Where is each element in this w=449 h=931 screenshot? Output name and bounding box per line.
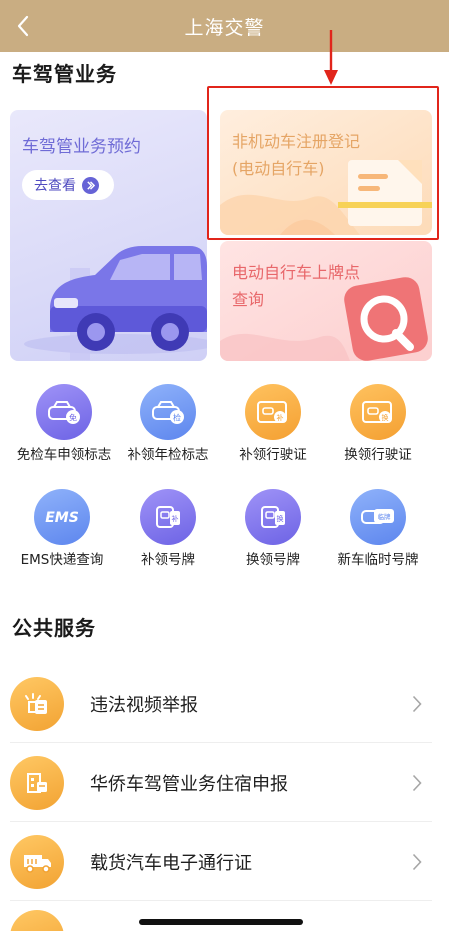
chevron-left-icon — [17, 15, 29, 37]
badge-text: 换 — [382, 413, 389, 422]
grid-item-inspection-sticker[interactable]: 检 补领年检标志 — [112, 384, 224, 464]
section-title-public: 公共服务 — [12, 616, 96, 640]
annotation-highlight-box — [207, 86, 439, 240]
plate-location-card[interactable]: 电动自行车上牌点 查询 — [220, 241, 432, 361]
back-button[interactable] — [8, 10, 38, 42]
grid-item-reissue-plate[interactable]: 补 补领号牌 — [112, 489, 224, 569]
service-label: 华侨车驾管业务住宿申报 — [90, 773, 288, 795]
section-title-vehicle: 车驾管业务 — [12, 62, 117, 86]
home-indicator — [139, 919, 303, 925]
license-card-exchange-icon: 换 — [350, 384, 406, 440]
report-video-icon — [10, 676, 64, 731]
plate-title-line1: 电动自行车上牌点 — [232, 263, 361, 282]
badge-text: 换 — [277, 514, 284, 523]
grid-label: 补领年检标志 — [127, 447, 209, 463]
grid-item-exempt-sticker[interactable]: 免 免检车申领标志 — [8, 384, 120, 464]
car-exempt-icon: 免 — [36, 384, 92, 440]
building-icon — [10, 755, 64, 810]
truck-icon — [10, 834, 64, 889]
appointment-card[interactable]: 车驾管业务预约 去查看 — [10, 110, 207, 361]
badge-text: 补 — [172, 514, 179, 523]
car-illustration — [24, 246, 207, 360]
grid-item-ems[interactable]: EMS EMS快递查询 — [6, 489, 118, 569]
chevron-right-icon — [402, 695, 432, 713]
badge-text: 临牌 — [378, 512, 392, 521]
badge-text: 检 — [173, 413, 181, 423]
page: 上海交警 车驾管业务 车驾管业务预约 去查看 非机动车注册登记 (电动自行车) … — [0, 0, 449, 931]
grid-label: 新车临时号牌 — [337, 552, 419, 568]
grid-label: 换领号牌 — [246, 552, 300, 568]
grid-label: 补领行驶证 — [239, 447, 307, 463]
temp-plate-icon: 临牌 — [350, 489, 406, 545]
badge-text: 补 — [277, 413, 284, 422]
grid-label: 换领行驶证 — [344, 447, 412, 463]
grid-item-temp-plate[interactable]: 临牌 新车临时号牌 — [322, 489, 434, 569]
service-item-partial — [10, 910, 64, 931]
chevron-right-icon — [402, 853, 432, 871]
plate-title-line2: 查询 — [232, 290, 265, 309]
service-item-video-report[interactable]: 违法视频举报 — [10, 665, 432, 743]
grid-item-reissue-license[interactable]: 补 补领行驶证 — [217, 384, 329, 464]
service-label: 载货汽车电子通行证 — [90, 852, 252, 874]
car-inspection-icon: 检 — [140, 384, 196, 440]
annotation-arrow — [324, 30, 338, 85]
license-card-icon: 补 — [245, 384, 301, 440]
service-label: 违法视频举报 — [90, 694, 198, 716]
ems-icon: EMS — [34, 489, 90, 545]
badge-text: 免 — [69, 413, 77, 423]
chevron-right-icon — [402, 774, 432, 792]
plate-exchange-icon: 换 — [245, 489, 301, 545]
grid-item-exchange-license[interactable]: 换 换领行驶证 — [322, 384, 434, 464]
grid-label: EMS快递查询 — [20, 552, 104, 568]
ems-logo-text: EMS — [45, 510, 79, 526]
app-header: 上海交警 — [0, 0, 449, 52]
service-item-truck-pass[interactable]: 载货汽车电子通行证 — [10, 823, 432, 901]
plate-reissue-icon: 补 — [140, 489, 196, 545]
plate-card-title: 电动自行车上牌点 查询 — [232, 259, 382, 313]
page-title: 上海交警 — [184, 16, 265, 39]
grid-label: 免检车申领标志 — [16, 447, 112, 463]
grid-label: 补领号牌 — [141, 552, 195, 568]
grid-item-exchange-plate[interactable]: 换 换领号牌 — [217, 489, 329, 569]
service-item-overseas-lodging[interactable]: 华侨车驾管业务住宿申报 — [10, 744, 432, 822]
